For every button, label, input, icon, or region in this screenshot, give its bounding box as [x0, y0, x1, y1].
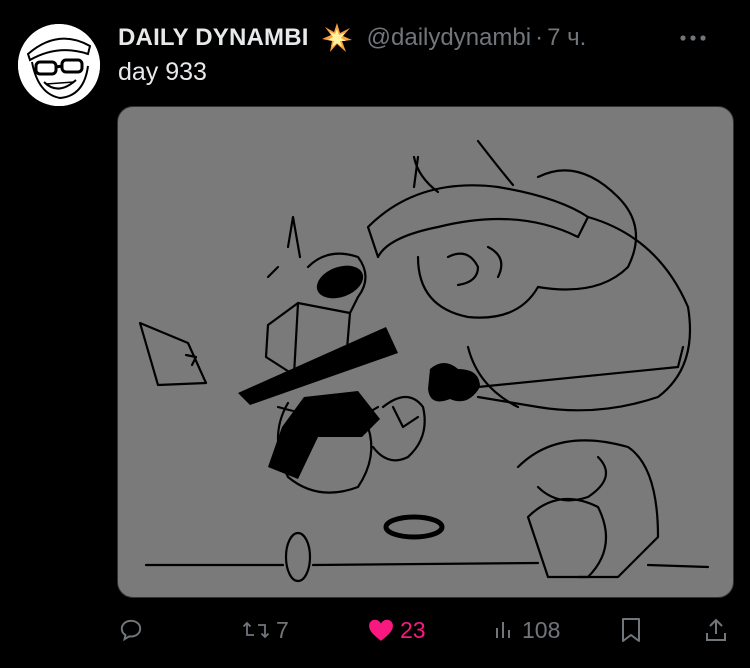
reply-icon [120, 619, 142, 642]
view-count: 108 [522, 616, 561, 643]
retweet-count: 7 [276, 616, 289, 643]
reply-button[interactable] [118, 610, 150, 650]
more-dots-icon [680, 35, 706, 41]
tweet-actions-bar: 7 23 108 [0, 610, 750, 650]
retweet-button[interactable]: 7 [242, 610, 289, 650]
author-handle[interactable]: @dailydynambi [367, 24, 531, 52]
like-button[interactable]: 23 [368, 610, 426, 650]
author-name[interactable]: DAILY DYNAMBI [118, 24, 309, 52]
heart-filled-icon [369, 619, 393, 641]
more-options-button[interactable] [678, 24, 708, 52]
tweet-media-image[interactable] [117, 106, 734, 598]
views-button[interactable]: 108 [494, 610, 560, 650]
avatar-drawing [18, 24, 100, 106]
author-avatar[interactable] [18, 24, 100, 106]
bookmark-button[interactable] [620, 610, 642, 650]
timestamp[interactable]: 7 ч. [547, 24, 586, 52]
collision-spark-icon [321, 23, 352, 52]
tweet-text: day 933 [118, 58, 207, 86]
tweet-header: DAILY DYNAMBI @dailydynambi · 7 ч. [118, 22, 730, 54]
like-count: 23 [400, 616, 426, 643]
share-icon [706, 618, 726, 641]
sketch-illustration [138, 139, 710, 583]
views-chart-icon [496, 622, 510, 638]
separator-dot: · [535, 24, 544, 51]
share-button[interactable] [704, 610, 728, 650]
bookmark-icon [622, 618, 640, 642]
retweet-icon [242, 621, 270, 639]
